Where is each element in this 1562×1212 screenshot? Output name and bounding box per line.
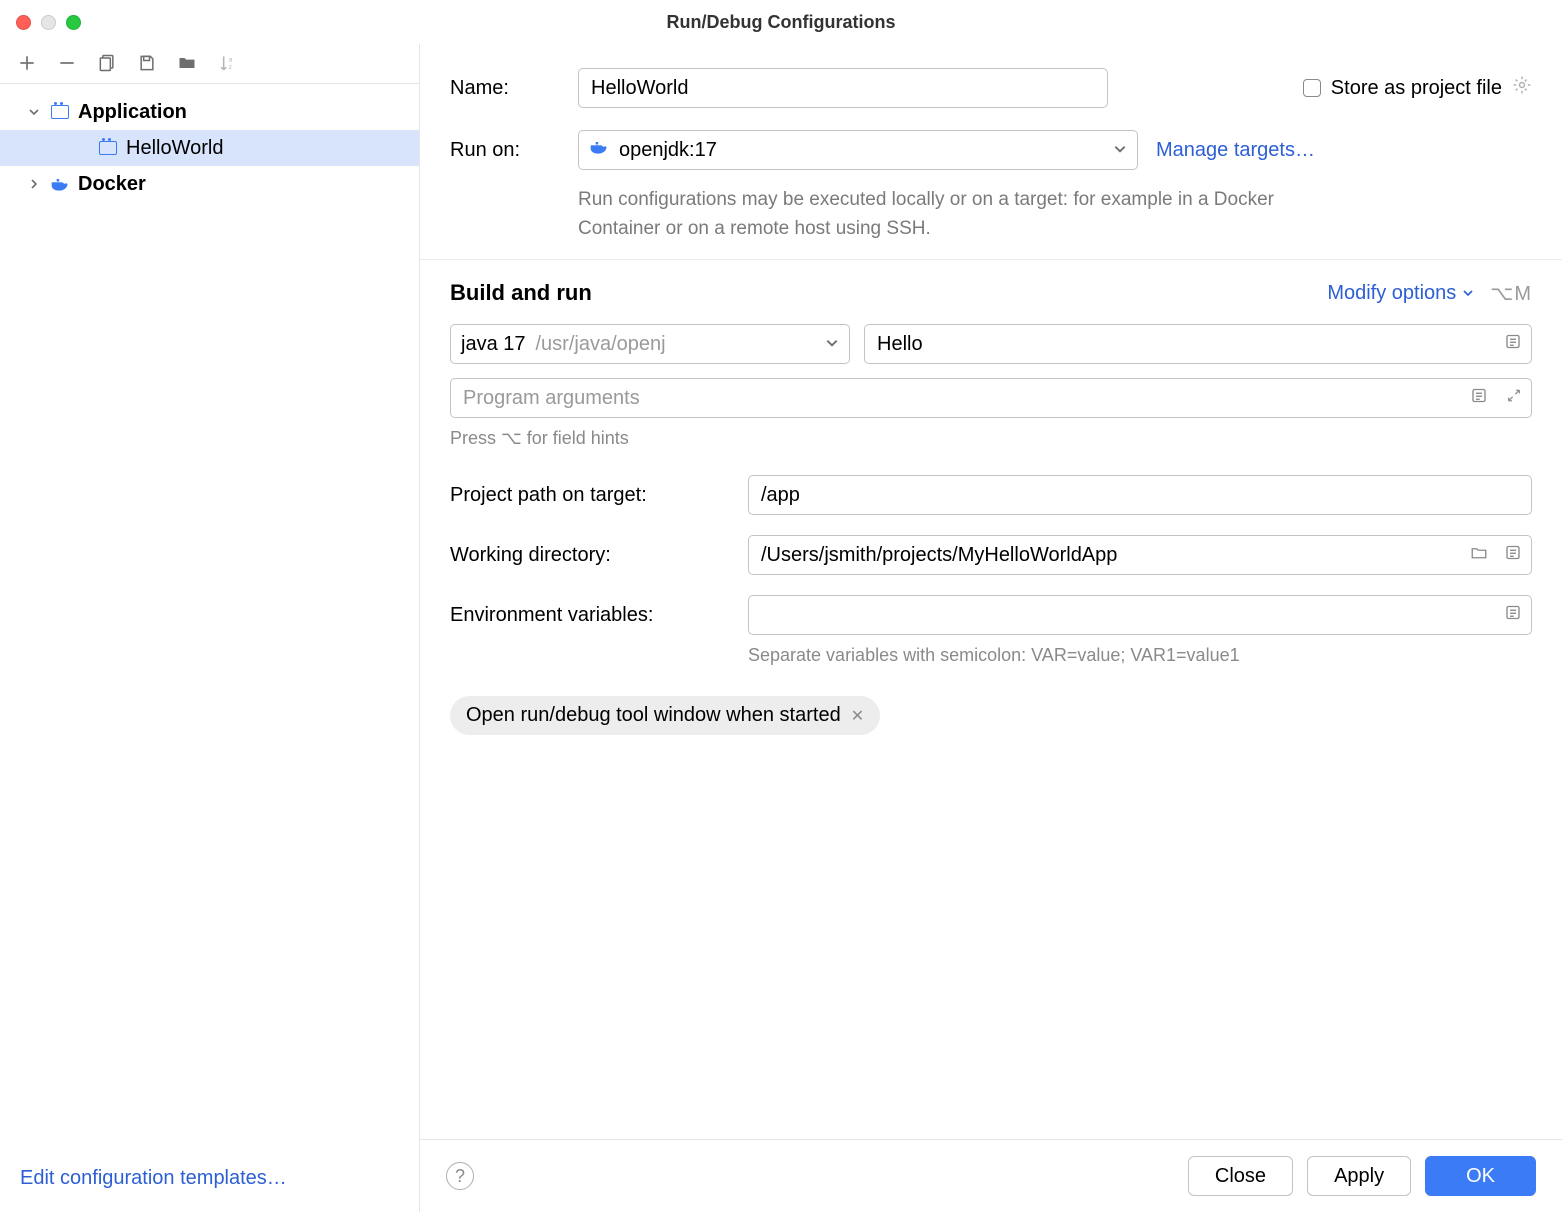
runon-value: openjdk:17	[619, 139, 717, 162]
close-icon[interactable]: ✕	[851, 706, 864, 726]
close-button[interactable]: Close	[1188, 1156, 1293, 1196]
ok-button[interactable]: OK	[1425, 1156, 1536, 1196]
workdir-label: Working directory:	[450, 544, 730, 567]
sidebar: az Application HelloWorld	[0, 44, 420, 1212]
save-config-icon[interactable]	[136, 52, 158, 74]
option-chip[interactable]: Open run/debug tool window when started …	[450, 696, 880, 735]
build-run-title: Build and run	[450, 280, 592, 306]
tree-node-helloworld[interactable]: HelloWorld	[0, 130, 419, 166]
project-path-label: Project path on target:	[450, 484, 730, 507]
config-tree: Application HelloWorld Docker	[0, 84, 419, 1153]
chip-label: Open run/debug tool window when started	[466, 704, 841, 727]
runon-select[interactable]: openjdk:17	[578, 130, 1138, 170]
chevron-down-icon	[1113, 139, 1127, 162]
docker-icon	[50, 174, 70, 194]
window-title: Run/Debug Configurations	[0, 12, 1562, 33]
runon-label: Run on:	[450, 139, 560, 162]
titlebar: Run/Debug Configurations	[0, 0, 1562, 44]
apply-button[interactable]: Apply	[1307, 1156, 1411, 1196]
remove-config-icon[interactable]	[56, 52, 78, 74]
tree-label: HelloWorld	[126, 137, 223, 160]
store-checkbox[interactable]	[1303, 79, 1321, 97]
jdk-select[interactable]: java 17 /usr/java/openj	[450, 324, 850, 364]
chevron-down-icon	[825, 333, 839, 356]
svg-text:a: a	[229, 56, 233, 63]
list-icon[interactable]	[1504, 333, 1522, 356]
env-label: Environment variables:	[450, 604, 730, 627]
docker-icon	[589, 137, 609, 163]
gear-icon[interactable]	[1512, 75, 1532, 101]
name-label: Name:	[450, 77, 560, 100]
list-icon[interactable]	[1504, 544, 1522, 567]
folder-move-icon[interactable]	[176, 52, 198, 74]
copy-config-icon[interactable]	[96, 52, 118, 74]
help-icon[interactable]: ?	[446, 1162, 474, 1190]
sidebar-toolbar: az	[0, 44, 419, 84]
tree-label: Docker	[78, 173, 146, 196]
edit-templates-link[interactable]: Edit configuration templates…	[20, 1167, 287, 1189]
folder-icon[interactable]	[1470, 544, 1488, 567]
args-hint: Press ⌥ for field hints	[450, 428, 1532, 449]
window-minimize-icon	[41, 15, 56, 30]
expand-icon[interactable]	[1506, 388, 1522, 409]
modify-shortcut: ⌥M	[1490, 281, 1532, 306]
main-class-input[interactable]	[864, 324, 1532, 364]
tree-node-application[interactable]: Application	[0, 94, 419, 130]
sort-icon[interactable]: az	[216, 52, 238, 74]
tree-node-docker[interactable]: Docker	[0, 166, 419, 202]
tree-label: Application	[78, 101, 187, 124]
window-close-icon[interactable]	[16, 15, 31, 30]
application-icon	[50, 102, 70, 122]
env-input[interactable]	[748, 595, 1532, 635]
manage-targets-link[interactable]: Manage targets…	[1156, 139, 1315, 162]
project-path-input[interactable]	[748, 475, 1532, 515]
main-panel: Name: Store as project file Run on:	[420, 44, 1562, 1212]
workdir-input[interactable]	[748, 535, 1532, 575]
window-zoom-icon[interactable]	[66, 15, 81, 30]
dialog-footer: ? Close Apply OK	[420, 1139, 1562, 1212]
add-config-icon[interactable]	[16, 52, 38, 74]
svg-text:z: z	[229, 63, 232, 70]
list-icon[interactable]	[1504, 604, 1522, 627]
chevron-down-icon[interactable]	[28, 106, 42, 118]
name-input[interactable]	[578, 68, 1108, 108]
modify-options-link[interactable]: Modify options	[1327, 282, 1474, 305]
chevron-right-icon[interactable]	[28, 178, 42, 190]
runon-hint: Run configurations may be executed local…	[578, 186, 1318, 243]
list-icon[interactable]	[1470, 387, 1488, 410]
store-label: Store as project file	[1331, 77, 1502, 100]
program-args-input[interactable]	[450, 378, 1532, 418]
env-hint: Separate variables with semicolon: VAR=v…	[748, 645, 1532, 666]
application-icon	[98, 138, 118, 158]
